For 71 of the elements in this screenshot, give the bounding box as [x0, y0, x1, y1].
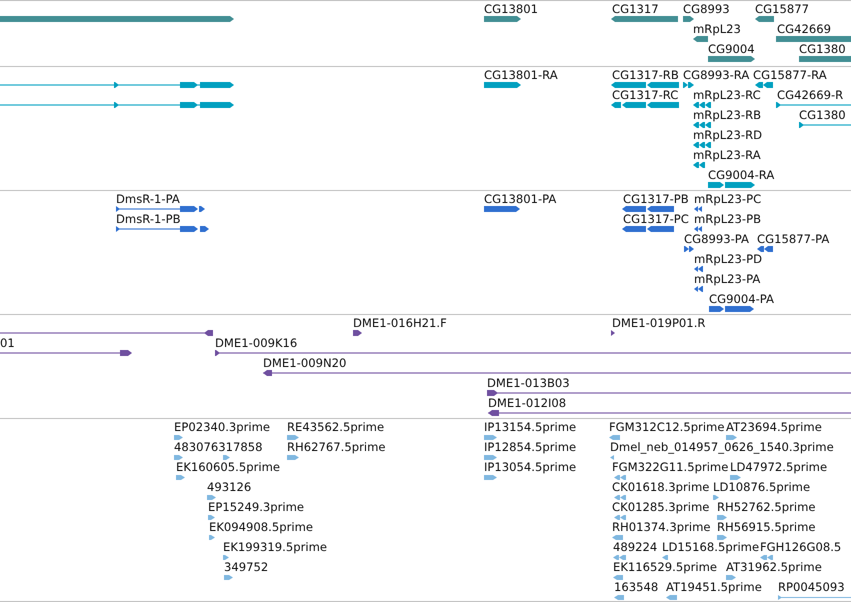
- feature-label: CG42669: [777, 23, 831, 36]
- feature-label: AT19451.5prime: [666, 581, 762, 594]
- feature-label: DME1-013B03: [487, 377, 570, 390]
- feature-label: CG15877-PA: [757, 233, 830, 246]
- feature-label: LD10876.5prime: [713, 481, 810, 494]
- feature-label: mRpL23-PD: [694, 253, 762, 266]
- feature-label: 493126: [207, 481, 252, 494]
- feature-label: FGH126G08.5: [760, 541, 842, 554]
- feature-label: RH01374.3prime: [612, 521, 710, 534]
- feature-label: mRpL23-RC: [693, 89, 761, 102]
- feature-label: DME1-019P01.R: [612, 317, 706, 330]
- feature-label: mRpL23-RD: [693, 129, 762, 142]
- feature-label: CG1317-RB: [612, 69, 679, 82]
- feature-label: 01: [0, 337, 15, 350]
- feature-label: AT23694.5prime: [726, 421, 822, 434]
- feature-label: mRpL23-RA: [693, 149, 761, 162]
- feature-label: CG13801: [484, 3, 538, 16]
- feature-label: EK160605.5prime: [176, 461, 280, 474]
- feature-label: CG13801-RA: [484, 69, 558, 82]
- feature-label: 489224: [613, 541, 658, 554]
- feature-label: EK116529.5prime: [613, 561, 718, 574]
- feature-label: IP13054.5prime: [484, 461, 576, 474]
- feature-label: EK199319.5prime: [223, 541, 328, 554]
- feature-label: CK01618.3prime: [612, 481, 710, 494]
- feature-label: 349752: [224, 561, 268, 574]
- feature-label: DME1-012I08: [488, 397, 566, 410]
- feature-label: CG1317-PC: [623, 213, 689, 226]
- feature-label: mRpL23-PB: [694, 213, 762, 226]
- feature-label: 163548: [614, 581, 658, 594]
- feature-label: Dmel_neb_014957_0626_1540.3prime: [610, 441, 834, 454]
- feature-label: mRpL23: [693, 23, 741, 36]
- feature-label: FGM322G11.5prime: [612, 461, 728, 474]
- feature-label: CK01285.3prime: [612, 501, 710, 514]
- feature-label: mRpL23-PC: [694, 193, 762, 206]
- feature-label: mRpL23-PA: [694, 273, 760, 286]
- feature-label: FGM312C12.5prime: [609, 421, 724, 434]
- feature-label: CG13801-PA: [484, 193, 556, 206]
- feature-label: CG8993-PA: [684, 233, 749, 246]
- feature-label: 483076317858: [174, 441, 263, 454]
- feature-label: RP0045093: [778, 581, 845, 594]
- feature-label: DmsR-1-PB: [116, 213, 181, 226]
- feature-label: RH62767.5prime: [287, 441, 386, 454]
- feature-label: EK094908.5prime: [209, 521, 314, 534]
- feature-label: DME1-016H21.F: [353, 317, 447, 330]
- feature-label: DME1-009K16: [215, 337, 298, 350]
- feature-label: mRpL23-RB: [693, 109, 762, 122]
- feature-label: EP15249.3prime: [208, 501, 304, 514]
- feature-label: CG8993-RA: [683, 69, 750, 82]
- feature-label: CG1317: [612, 3, 659, 16]
- feature-label: CG9004-RA: [708, 169, 774, 182]
- feature-label: IP12854.5prime: [484, 441, 576, 454]
- feature-label: IP13154.5prime: [484, 421, 576, 434]
- feature-label: RE43562.5prime: [287, 421, 384, 434]
- feature-label: LD47972.5prime: [730, 461, 828, 474]
- feature-label: EP02340.3prime: [174, 421, 270, 434]
- feature-label: CG15877-RA: [753, 69, 827, 82]
- feature-label: CG8993: [683, 3, 730, 16]
- feature-label: RH56915.5prime: [717, 521, 816, 534]
- feature-label: LD15168.5prime: [662, 541, 760, 554]
- feature-label: RH52762.5prime: [717, 501, 816, 514]
- feature-label: CG15877: [755, 3, 809, 16]
- feature-label: CG9004-PA: [709, 293, 774, 306]
- feature-label: CG1380: [799, 109, 846, 122]
- feature-label: DmsR-1-PA: [116, 193, 180, 206]
- feature-label: CG9004: [708, 43, 755, 56]
- feature-label: AT31962.5prime: [726, 561, 822, 574]
- feature-label: DME1-009N20: [263, 357, 346, 370]
- feature-label: CG1380: [799, 43, 846, 56]
- feature-label: CG42669-R: [777, 89, 844, 102]
- feature-label: CG1317-PB: [623, 193, 689, 206]
- feature-label: CG1317-RC: [612, 89, 678, 102]
